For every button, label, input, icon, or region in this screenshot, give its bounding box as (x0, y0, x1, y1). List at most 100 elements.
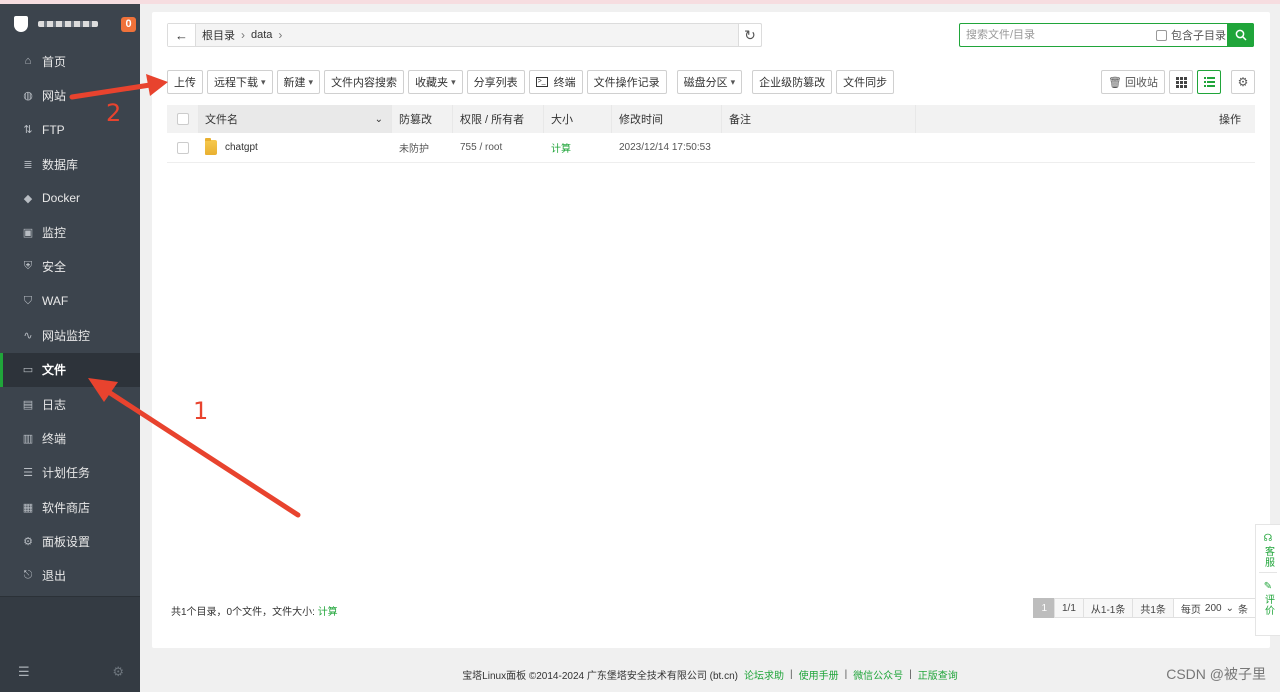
table-row[interactable]: chatgpt 未防护 755 / root 计算 2023/12/14 17:… (167, 133, 1255, 163)
sidebar-item-label: 首页 (42, 54, 67, 69)
sidebar-item-label: WAF (42, 294, 69, 309)
grid-view-button[interactable] (1169, 70, 1193, 94)
disk-partition-label: 磁盘分区 (683, 77, 728, 89)
path-bar[interactable]: ← 根目录 › data › (167, 23, 762, 47)
disk-partition-button[interactable]: 磁盘分区 ▾ (676, 70, 743, 94)
row-size-calc[interactable]: 计算 (544, 140, 612, 155)
recycle-bin-label: 回收站 (1125, 77, 1158, 89)
sidebar-item-home[interactable]: ⌂ 首页 (0, 44, 140, 78)
op-log-button[interactable]: 文件操作记录 (586, 70, 667, 94)
toolbar: 上传 远程下载 ▾ 新建 ▾ 文件内容搜索 收藏夹 ▾ 分享列表 >_ 终端 文件操作记… (167, 70, 895, 94)
include-subdir-label: 包含子目录 (1171, 30, 1226, 42)
sidebar-item-label: 文件 (42, 363, 67, 378)
sidebar-item-shield[interactable]: ⛨ 安全 (0, 250, 140, 284)
annotation-label-1: 1 (193, 397, 209, 425)
gear-icon[interactable]: ⚙ (112, 664, 124, 680)
review-button[interactable]: ✎ 评价 (1263, 573, 1274, 620)
sidebar-item-waf[interactable]: ⛉ WAF (0, 284, 140, 318)
select-all-checkbox[interactable] (176, 113, 189, 125)
customer-service-button[interactable]: ☊ 客服 (1263, 525, 1274, 572)
docker-icon: ◆ (23, 192, 33, 205)
review-label: 评价 (1262, 594, 1274, 616)
settings-button[interactable]: ⚙ (1231, 70, 1255, 94)
share-list-button[interactable]: 分享列表 (466, 70, 525, 94)
search-icon (1235, 29, 1247, 41)
breadcrumb-current[interactable]: data (251, 29, 272, 41)
row-checkbox[interactable] (177, 141, 189, 154)
remote-download-button[interactable]: 远程下载 ▾ (207, 70, 273, 94)
sidebar-item-monitor[interactable]: ▣ 监控 (0, 215, 140, 249)
back-arrow-icon[interactable]: ← (168, 24, 196, 46)
breadcrumb-root[interactable]: 根目录 (202, 27, 235, 43)
sidebar-item-database[interactable]: ≣ 数据库 (0, 147, 140, 181)
notification-badge[interactable]: 0 (121, 16, 136, 32)
summary-text: 共1个目录，0个文件，文件大小: (171, 607, 315, 618)
summary-calc-link[interactable]: 计算 (318, 607, 338, 618)
remote-download-label: 远程下载 (214, 77, 258, 89)
sidebar-item-logout[interactable]: ⎋ 退出 (0, 558, 140, 592)
sidebar-item-label: 退出 (42, 569, 67, 584)
file-sync-button[interactable]: 文件同步 (836, 70, 895, 94)
sidebar-footer: ☰ ⚙ (0, 596, 140, 692)
include-subdir-option[interactable]: 包含子目录 (1156, 27, 1226, 43)
favorites-label: 收藏夹 (415, 77, 449, 89)
search-input[interactable] (960, 29, 1150, 41)
list-view-button[interactable] (1197, 70, 1221, 94)
tamper-proof-button[interactable]: 企业级防篡改 (752, 70, 833, 94)
row-name-cell: chatgpt (199, 133, 392, 162)
content-search-button[interactable]: 文件内容搜索 (324, 70, 405, 94)
sidebar-item-folder[interactable]: ▭ 文件 (0, 352, 140, 388)
logout-icon: ⎋ (23, 569, 33, 582)
manual-link[interactable]: 使用手册 (799, 667, 839, 682)
grid-icon (1175, 76, 1187, 88)
sidebar-item-task[interactable]: ☰ 计划任务 (0, 456, 140, 490)
forum-link[interactable]: 论坛求助 (744, 667, 784, 682)
chevron-down-icon: ▾ (730, 76, 736, 87)
recycle-bin-button[interactable]: 🗑︎ 回收站 (1101, 70, 1165, 94)
pagination: 1 1/1 从1-1条 共1条 每页 200 ⌄ 条 (1033, 598, 1256, 618)
row-perm[interactable]: 755 / root (453, 142, 544, 153)
sidebar-item-label: FTP (42, 122, 65, 137)
upload-button[interactable]: 上传 (167, 70, 203, 94)
brand: 0 (0, 4, 140, 44)
wechat-link[interactable]: 微信公众号 (853, 667, 903, 682)
terminal-button[interactable]: >_ 终端 (528, 70, 583, 94)
sidebar-item-label: 终端 (42, 431, 67, 446)
collapse-menu-icon[interactable]: ☰ (18, 664, 30, 680)
folder-icon: ▭ (22, 364, 34, 377)
search-button[interactable] (1227, 23, 1254, 47)
folder-entry[interactable]: chatgpt (205, 138, 258, 155)
license-check-link[interactable]: 正版查询 (918, 667, 958, 682)
sidebar-item-log[interactable]: ▤ 日志 (0, 387, 140, 421)
refresh-icon[interactable]: ↻ (738, 23, 762, 47)
sidebar-item-terminal[interactable]: ▥ 终端 (0, 421, 140, 455)
bt-logo-icon (14, 16, 28, 32)
file-table: 文件名 ⌄ 防篡改 权限 / 所有者 大小 修改时间 备注 操作 chatgpt … (167, 105, 1255, 163)
per-page-label: 每页 (1180, 604, 1201, 616)
share-list-label: 分享列表 (473, 77, 518, 89)
shield-icon: ⛨ (23, 260, 33, 273)
header-protect: 防篡改 (392, 105, 453, 133)
folder-name[interactable]: chatgpt (225, 142, 258, 153)
terminal-icon: >_ (535, 77, 548, 87)
chevron-right-icon: › (278, 28, 283, 42)
header-name[interactable]: 文件名 ⌄ (199, 105, 392, 133)
page-current[interactable]: 1 (1033, 598, 1055, 618)
sidebar-item-label: 数据库 (42, 157, 79, 172)
per-page-select[interactable]: 每页 200 ⌄ 条 (1172, 598, 1256, 618)
terminal-label: 终端 (553, 77, 576, 89)
tamper-proof-label: 企业级防篡改 (759, 77, 826, 89)
include-subdir-checkbox[interactable] (1156, 29, 1167, 41)
sidebar-item-store[interactable]: ▦ 软件商店 (0, 490, 140, 524)
view-tools: 🗑︎ 回收站 ⚙ (1101, 70, 1255, 94)
select-all-cell (167, 105, 199, 133)
globe-icon: ◍ (23, 89, 33, 102)
customer-service-label: 客服 (1262, 546, 1274, 568)
new-button[interactable]: 新建 ▾ (276, 70, 321, 94)
sidebar-item-docker[interactable]: ◆ Docker (0, 181, 140, 215)
sidebar-item-settings[interactable]: ⚙ 面板设置 (0, 524, 140, 558)
favorites-button[interactable]: 收藏夹 ▾ (408, 70, 463, 94)
directory-summary: 共1个目录，0个文件，文件大小: 计算 (171, 603, 338, 618)
sidebar-item-chart[interactable]: ∿ 网站监控 (0, 318, 140, 352)
sidebar-item-label: 安全 (42, 260, 67, 275)
